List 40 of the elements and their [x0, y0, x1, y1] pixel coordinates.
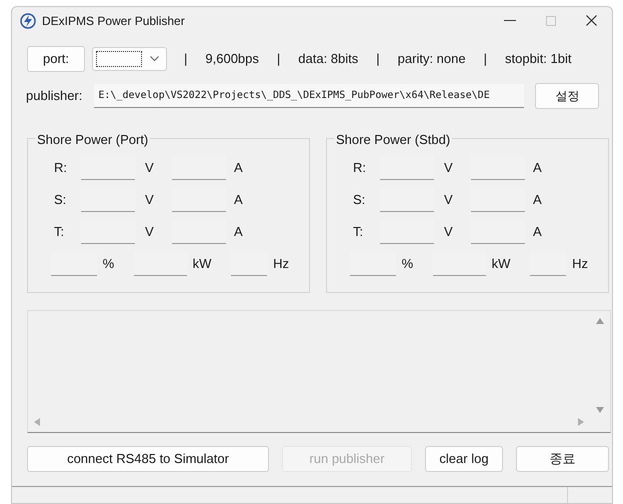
phase-label: S: — [54, 191, 68, 210]
serial-setting-text: parity: none — [398, 50, 466, 68]
unit-label: % — [402, 255, 414, 274]
phase-label: R: — [353, 159, 367, 178]
unit-label: kW — [192, 255, 212, 274]
unit-label: A — [533, 191, 542, 210]
publisher-label: publisher: — [26, 87, 82, 106]
settings-button[interactable]: 설정 — [535, 83, 600, 110]
unit-label: kW — [492, 255, 510, 274]
separator: | — [484, 50, 487, 68]
separator: | — [276, 50, 280, 68]
unit-label: V — [444, 159, 454, 178]
action-button[interactable]: 종료 — [516, 446, 609, 472]
action-button[interactable]: clear log — [425, 446, 503, 472]
phase-label: R: — [54, 159, 68, 178]
unit-label: A — [234, 191, 243, 210]
unit-label: V — [145, 159, 155, 178]
phase-label: T: — [353, 223, 364, 242]
separator: | — [184, 50, 188, 68]
separator: | — [376, 50, 380, 68]
phase-label: S: — [353, 191, 366, 210]
port-button[interactable]: port: — [27, 46, 85, 72]
phase-label: T: — [54, 223, 66, 242]
unit-label: V — [145, 191, 155, 210]
unit-label: A — [234, 159, 243, 178]
unit-label: % — [102, 255, 114, 274]
unit-label: V — [444, 223, 454, 242]
serial-setting-text: data: 8bits — [298, 50, 358, 68]
serial-setting-text: stopbit: 1bit — [505, 50, 572, 68]
serial-setting-text: 9,600bps — [205, 50, 259, 68]
action-button[interactable]: connect RS485 to Simulator — [27, 446, 269, 472]
unit-label: V — [145, 223, 155, 242]
unit-label: A — [533, 159, 542, 178]
unit-label: A — [234, 223, 243, 242]
unit-label: Hz — [273, 255, 289, 274]
unit-label: A — [533, 223, 542, 242]
window-title: DExIPMS Power Publisher — [42, 12, 185, 30]
unit-label: V — [444, 191, 454, 210]
unit-label: Hz — [572, 255, 588, 274]
path-field[interactable]: E:\_develop\VS2022\Projects\_DDS_\DExIPMS_PubPower\x64\Release\DE — [94, 84, 524, 108]
